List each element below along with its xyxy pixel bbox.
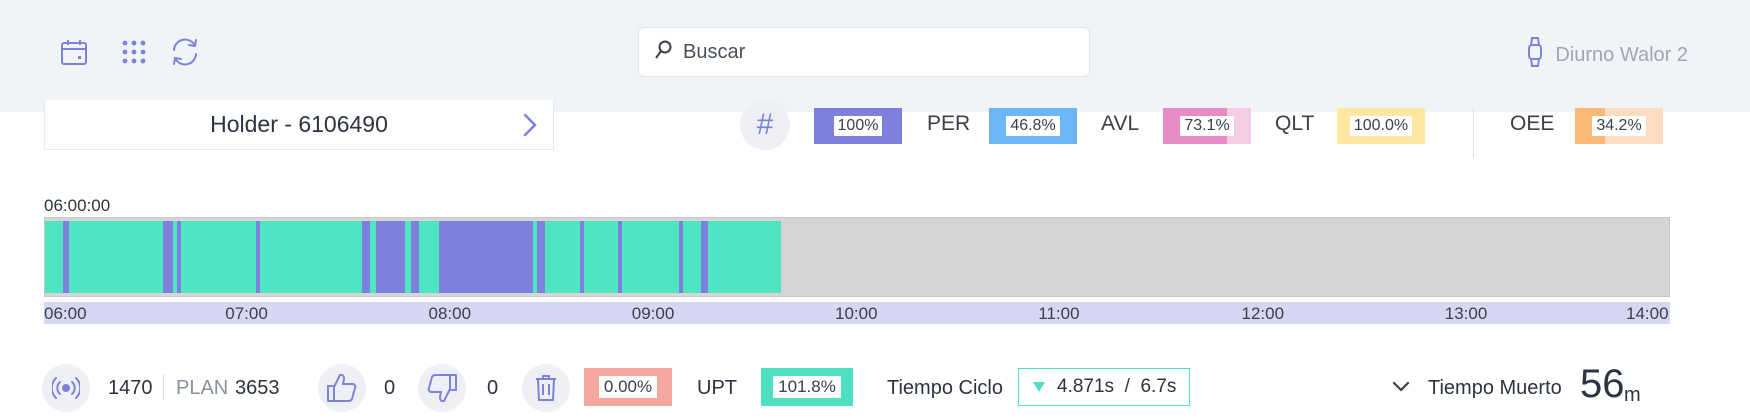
timeline-segment-stop[interactable] [362, 221, 371, 293]
upt-box: 101.8% [761, 368, 853, 406]
user-menu[interactable]: Diurno Walor 2 [1527, 36, 1688, 74]
timeline-start-time: 06:00:00 [44, 196, 111, 215]
muerto-unit: m [1624, 384, 1641, 406]
apps-grid-icon[interactable] [115, 33, 153, 71]
kpi-oee-label: OEE [1510, 112, 1555, 135]
ciclo-box: 4.871s / 6.7s [1018, 368, 1190, 406]
timeline-segment-running[interactable] [260, 221, 363, 293]
timeline-segment-running[interactable] [181, 221, 257, 293]
timeline-segment-running[interactable] [707, 221, 781, 293]
search-icon [655, 40, 673, 65]
signal-icon[interactable] [42, 364, 90, 412]
timeline-tick-label: 14:00 [1626, 304, 1669, 323]
timeline-tick-label: 12:00 [1241, 304, 1285, 323]
timeline-segment-stop[interactable] [536, 221, 545, 293]
scrap-percent-box: 0.00% [584, 368, 672, 406]
kpi-divider [1473, 108, 1474, 158]
timeline-segment-running[interactable] [544, 221, 580, 293]
kpi-oee-value: 34.2% [1592, 116, 1646, 136]
kpi-qlt: 100.0% [1337, 108, 1425, 144]
upt-value: 101.8% [773, 376, 841, 398]
timeline-segment-stop[interactable] [410, 221, 419, 293]
timeline-segment-stop[interactable] [376, 221, 405, 293]
timeline-segment-running[interactable] [583, 221, 619, 293]
kpi-total-value: 100% [833, 116, 883, 136]
production-timeline[interactable] [44, 217, 1670, 297]
timeline-tick-label: 09:00 [631, 304, 675, 323]
timeline-segment-running[interactable] [69, 221, 163, 293]
refresh-icon[interactable] [166, 33, 204, 71]
trash-icon[interactable] [522, 364, 570, 412]
produced-count: 1470 [108, 377, 153, 399]
scrap-percent-value: 0.00% [598, 376, 658, 398]
timeline-tick-label: 13:00 [1444, 304, 1488, 323]
chevron-down-icon[interactable] [1392, 380, 1410, 398]
kpi-qlt-value: 100.0% [1349, 116, 1413, 136]
thumbs-up-icon[interactable] [318, 364, 366, 412]
timeline-segment-running[interactable] [45, 221, 64, 293]
kpi-total: 100% [814, 108, 902, 144]
timeline-tick-label: 11:00 [1038, 304, 1080, 323]
timeline-segment-stop[interactable] [162, 221, 174, 293]
timeline-segment-running[interactable] [683, 221, 702, 293]
triangle-down-icon [1033, 376, 1045, 398]
kpi-per-label: PER [927, 112, 971, 135]
upt-label: UPT [697, 377, 737, 399]
user-name: Diurno Walor 2 [1555, 43, 1688, 66]
timeline-tick-label: 07:00 [225, 304, 268, 323]
top-bar: Diurno Walor 2 [0, 0, 1750, 112]
timeline-tick-label: 06:00 [44, 304, 87, 323]
timeline-segment-stop[interactable] [439, 221, 533, 293]
count-divider [163, 374, 164, 400]
timeline-segment-running[interactable] [418, 221, 440, 293]
kpi-avl: 73.1% [1163, 108, 1251, 144]
kpi-per-value: 46.8% [1006, 116, 1060, 136]
holder-label: Holder - 6106490 [210, 111, 388, 137]
ciclo-label: Tiempo Ciclo [887, 377, 1003, 399]
thumbs-down-icon[interactable] [418, 364, 466, 412]
bad-count: 0 [487, 377, 499, 399]
ciclo-value: 4.871s / 6.7s [1057, 376, 1177, 397]
timeline-tick-label: 08:00 [428, 304, 472, 323]
holder-selector[interactable]: Holder - 6106490 [44, 100, 554, 150]
watch-icon [1527, 36, 1543, 74]
kpi-avl-value: 73.1% [1180, 116, 1234, 136]
hash-icon[interactable]: # [740, 100, 790, 150]
kpi-per: 46.8% [989, 108, 1077, 144]
calendar-icon[interactable] [55, 33, 93, 71]
plan-label: PLAN [176, 377, 229, 399]
muerto-value: 56 [1580, 362, 1625, 406]
kpi-avl-label: AVL [1101, 112, 1140, 135]
search-box[interactable] [638, 27, 1090, 77]
good-count: 0 [384, 377, 396, 399]
timeline-tick-label: 10:00 [835, 304, 878, 323]
kpi-qlt-label: QLT [1275, 112, 1315, 135]
kpi-oee: 34.2% [1575, 108, 1663, 144]
plan-value: 3653 [235, 377, 280, 399]
timeline-segment-running[interactable] [622, 221, 680, 293]
search-input[interactable] [683, 40, 1063, 64]
chevron-right-icon [521, 112, 539, 144]
muerto-label[interactable]: Tiempo Muerto [1428, 377, 1562, 400]
